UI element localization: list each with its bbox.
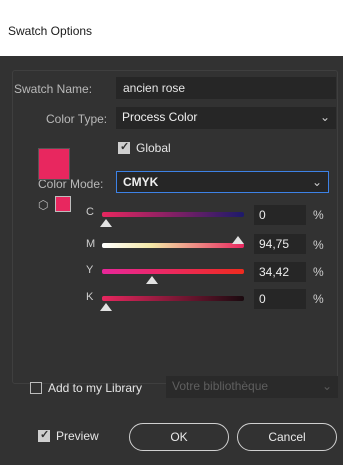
- cube-icon[interactable]: ⬡: [38, 198, 48, 212]
- channel-c-label: C: [86, 206, 94, 218]
- channel-k-label: K: [86, 291, 94, 303]
- add-to-library-label[interactable]: Add to my Library: [48, 381, 142, 395]
- library-placeholder: Votre bibliothèque: [172, 379, 269, 393]
- cyan-unit: %: [313, 208, 324, 222]
- magenta-value-input[interactable]: 94,75: [254, 234, 306, 254]
- cyan-slider-thumb[interactable]: [100, 219, 112, 227]
- swatch-name-label: Swatch Name:: [14, 82, 93, 96]
- cancel-button[interactable]: Cancel: [237, 423, 337, 451]
- black-value-input[interactable]: 0: [254, 289, 306, 309]
- ok-button[interactable]: OK: [129, 423, 229, 451]
- preview-label[interactable]: Preview: [56, 429, 99, 443]
- yellow-unit: %: [313, 265, 324, 279]
- color-type-label: Color Type:: [46, 112, 108, 126]
- black-slider-thumb[interactable]: [100, 303, 112, 311]
- swatch-name-input[interactable]: ancien rose: [116, 77, 336, 99]
- chevron-down-icon: ⌄: [311, 175, 322, 189]
- yellow-slider-thumb[interactable]: [146, 276, 158, 284]
- channel-y-label: Y: [86, 264, 94, 276]
- out-of-gamut-swatch[interactable]: [55, 196, 71, 212]
- library-dropdown: Votre bibliothèque ⌄: [166, 376, 338, 398]
- color-swatch-preview: [38, 148, 70, 180]
- add-to-library-checkbox[interactable]: [30, 382, 42, 394]
- black-unit: %: [313, 292, 324, 306]
- chevron-down-icon: ⌄: [321, 379, 332, 393]
- magenta-unit: %: [313, 238, 324, 252]
- color-mode-value: CMYK: [123, 175, 159, 189]
- magenta-slider-thumb[interactable]: [232, 236, 244, 244]
- window-titlebar: Swatch Options: [0, 0, 343, 56]
- black-slider[interactable]: [102, 296, 244, 301]
- magenta-slider[interactable]: [102, 243, 244, 248]
- preview-checkbox[interactable]: [38, 428, 50, 442]
- global-label[interactable]: Global: [136, 141, 171, 155]
- cyan-slider[interactable]: [102, 212, 244, 217]
- cyan-value-input[interactable]: 0: [254, 205, 306, 225]
- color-type-dropdown[interactable]: Process Color ⌄: [116, 107, 336, 129]
- swatch-options-dialog: Swatch Name: ancien rose Color Type: Pro…: [0, 56, 343, 465]
- window-title: Swatch Options: [8, 24, 93, 38]
- color-mode-dropdown[interactable]: CMYK ⌄: [116, 171, 329, 193]
- color-type-value: Process Color: [122, 110, 198, 124]
- channel-m-label: M: [86, 238, 96, 250]
- yellow-value-input[interactable]: 34,42: [254, 262, 306, 282]
- yellow-slider[interactable]: [102, 269, 244, 274]
- global-checkbox[interactable]: [118, 140, 130, 154]
- chevron-down-icon: ⌄: [319, 110, 330, 124]
